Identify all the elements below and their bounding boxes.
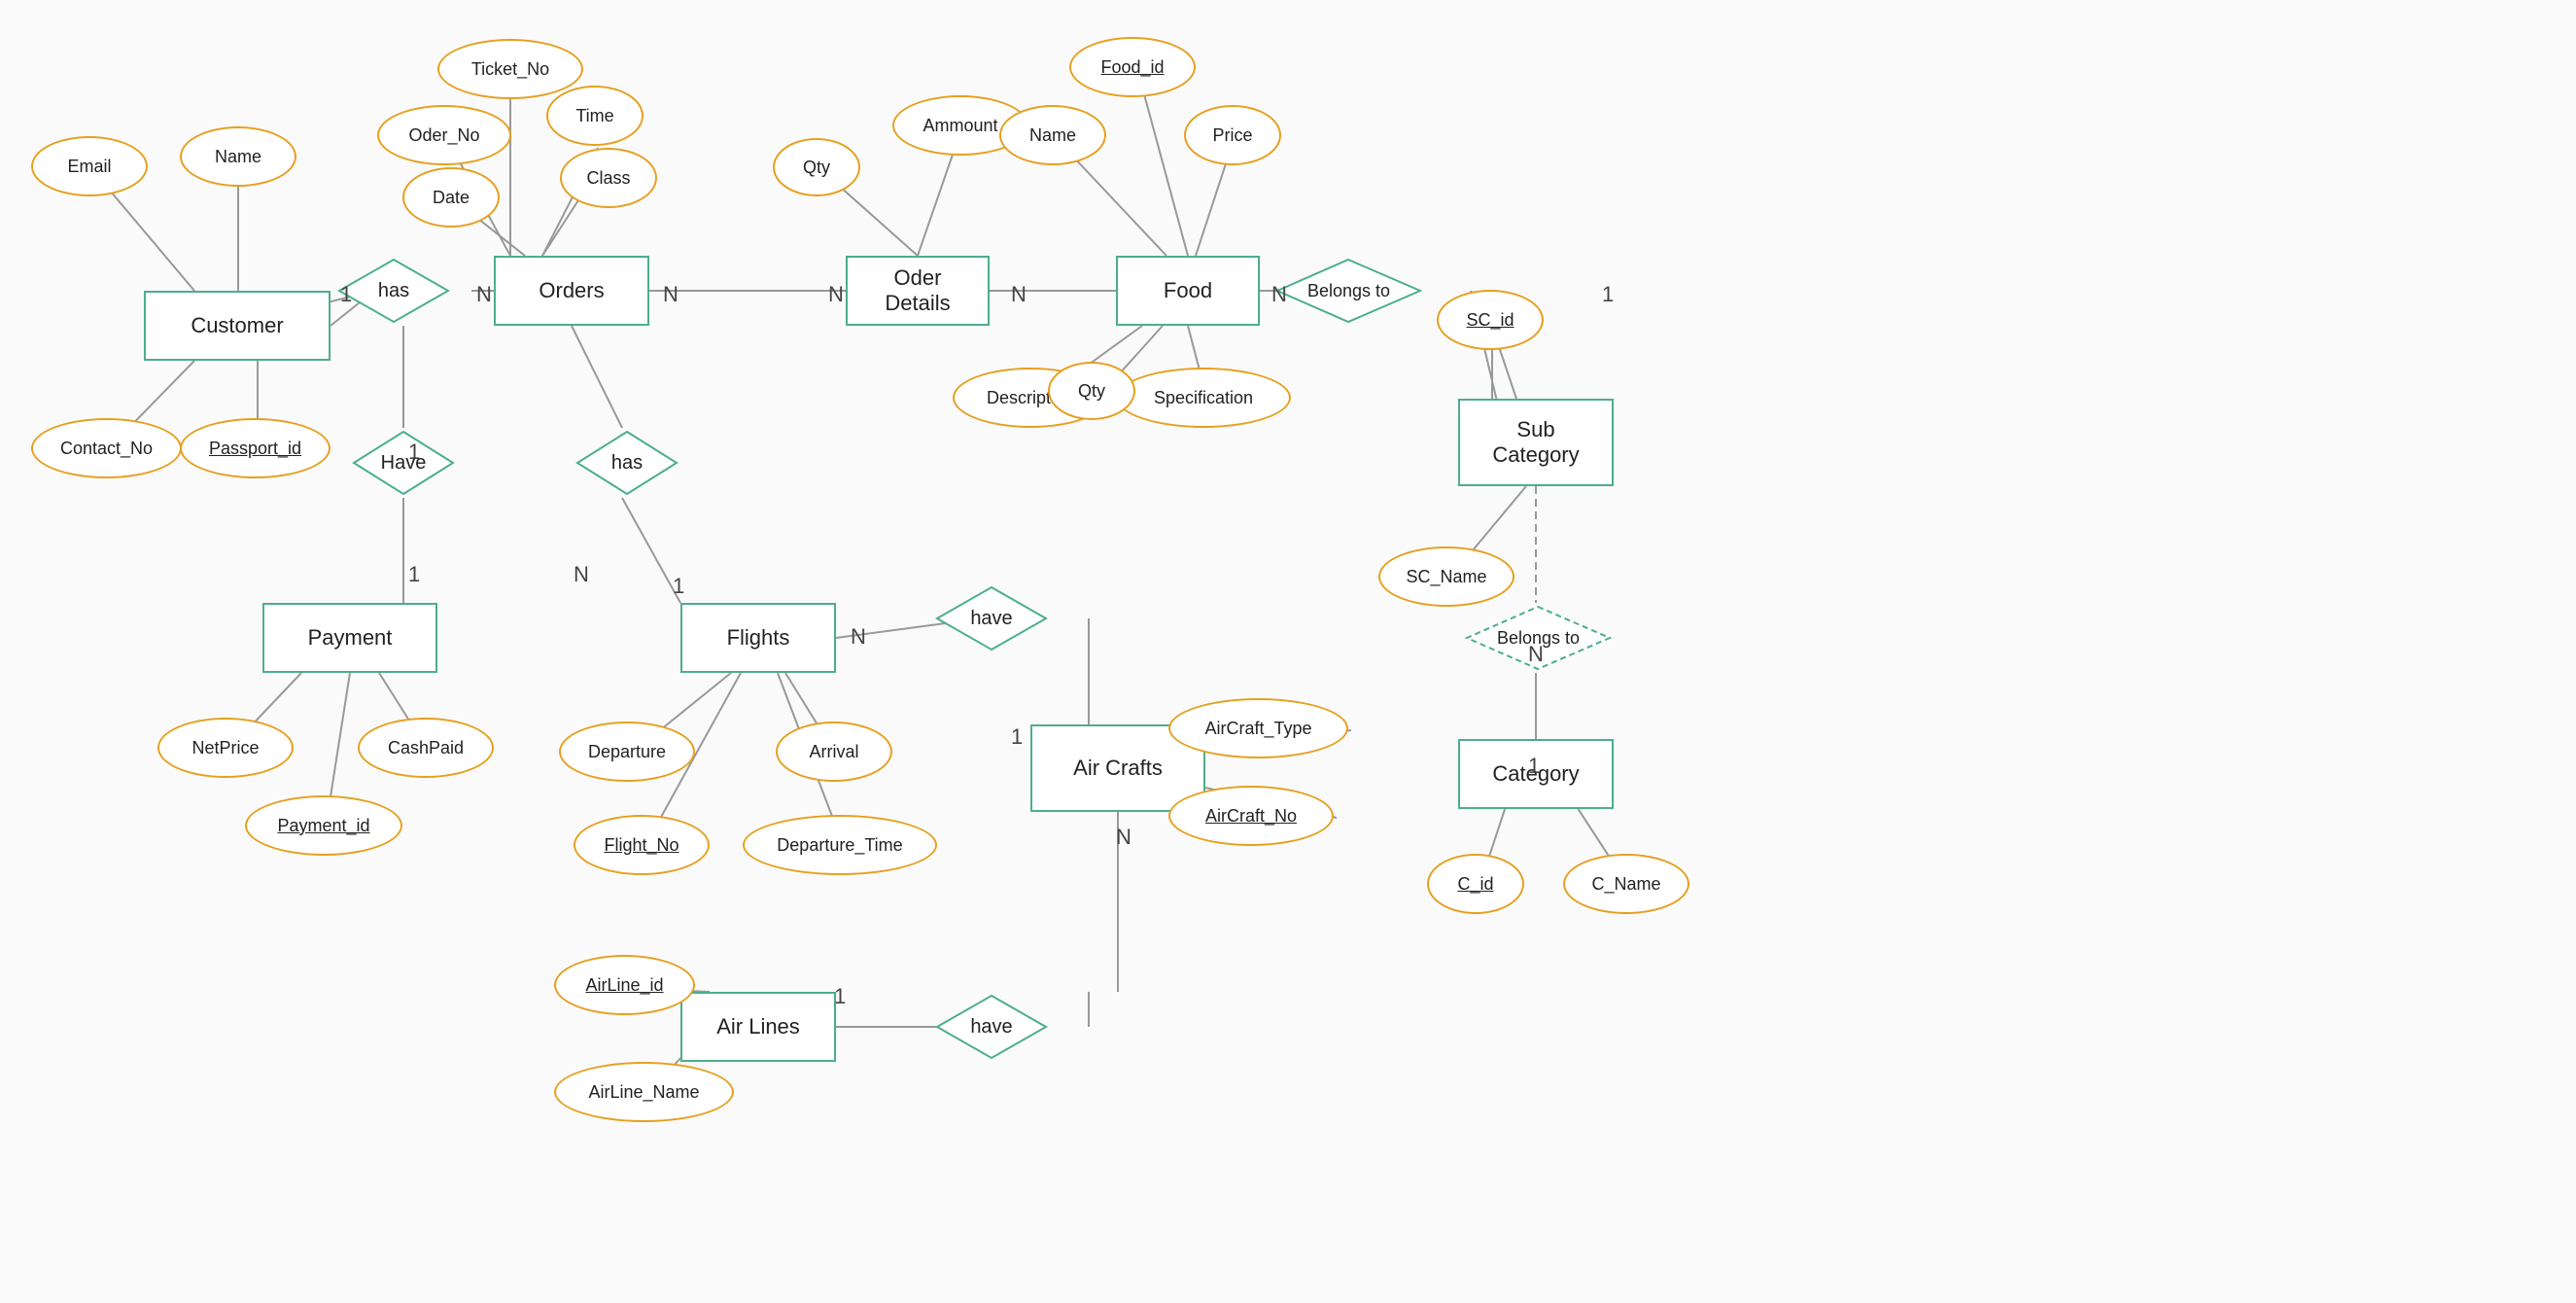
attr-foodid: Food_id	[1069, 37, 1196, 97]
cardinality-1-subcategory-belongs: 1	[1602, 282, 1614, 307]
attr-qty-oderdetails: Qty	[773, 138, 860, 196]
attr-specification: Specification	[1116, 368, 1291, 428]
cardinality-n-belongs-subcategory: N	[1271, 282, 1287, 307]
rel-belongsto1: Belongs to	[1273, 256, 1424, 326]
attr-email: Email	[31, 136, 148, 196]
entity-oderdetails: Oder Details	[846, 256, 990, 326]
attr-name-customer: Name	[180, 126, 296, 187]
attr-airlinename: AirLine_Name	[554, 1062, 734, 1122]
attr-cname: C_Name	[1563, 854, 1689, 914]
entity-flights: Flights	[680, 603, 836, 673]
entity-customer: Customer	[144, 291, 331, 361]
entity-subcategory: Sub Category	[1458, 399, 1614, 486]
attr-arrival: Arrival	[776, 722, 892, 782]
attr-departure: Departure	[559, 722, 695, 782]
attr-contactno: Contact_No	[31, 418, 182, 478]
cardinality-n-has-orders: N	[476, 282, 492, 307]
erd-diagram: Customer Orders Oder Details Food Paymen…	[0, 0, 2576, 1303]
cardinality-n-orders-has2: N	[574, 562, 589, 587]
attr-paymentid: Payment_id	[245, 795, 402, 856]
entity-food: Food	[1116, 256, 1260, 326]
cardinality-n-food-belongs: N	[1011, 282, 1027, 307]
cardinality-n-aircrafts-have3: N	[1116, 825, 1131, 850]
attr-passportid: Passport_id	[180, 418, 331, 478]
cardinality-1-have-payment: 1	[408, 562, 420, 587]
cardinality-n-oderdetails-food: N	[828, 282, 844, 307]
attr-qty-food: Qty	[1048, 362, 1135, 420]
attr-name-food: Name	[999, 105, 1106, 165]
attr-scid: SC_id	[1437, 290, 1544, 350]
attr-flightno: Flight_No	[574, 815, 710, 875]
attr-ticketno: Ticket_No	[437, 39, 583, 99]
rel-have2: have	[933, 583, 1050, 653]
attr-oderno: Oder_No	[377, 105, 511, 165]
cardinality-1-has2-flights: 1	[673, 574, 684, 599]
attr-airlineid: AirLine_id	[554, 955, 695, 1015]
attr-cid: C_id	[1427, 854, 1524, 914]
attr-price: Price	[1184, 105, 1281, 165]
attr-aircrafttype: AirCraft_Type	[1168, 698, 1348, 758]
entity-airlines: Air Lines	[680, 992, 836, 1062]
cardinality-n-orders-oderdetails: N	[663, 282, 679, 307]
attr-date: Date	[402, 167, 500, 228]
attr-aircraftno: AirCraft_No	[1168, 786, 1334, 846]
rel-have1: Have	[350, 428, 457, 498]
rel-has2: has	[574, 428, 680, 498]
attr-netprice: NetPrice	[157, 718, 294, 778]
attr-time: Time	[546, 86, 644, 146]
attr-scname: SC_Name	[1378, 546, 1514, 607]
attr-class: Class	[560, 148, 657, 208]
cardinality-1-customer-has: 1	[340, 282, 352, 307]
attr-departuretime: Departure_Time	[743, 815, 937, 875]
entity-orders: Orders	[494, 256, 649, 326]
entity-payment: Payment	[262, 603, 437, 673]
cardinality-n-flights-have2: N	[851, 624, 866, 650]
attr-cashpaid: CashPaid	[358, 718, 494, 778]
rel-has1: has	[335, 256, 452, 326]
rel-have3: have	[933, 992, 1050, 1062]
cardinality-1-airlines-have3: 1	[834, 984, 846, 1009]
cardinality-1-belongs2-category: 1	[1528, 754, 1540, 779]
cardinality-1-have2-aircrafts: 1	[1011, 724, 1023, 750]
